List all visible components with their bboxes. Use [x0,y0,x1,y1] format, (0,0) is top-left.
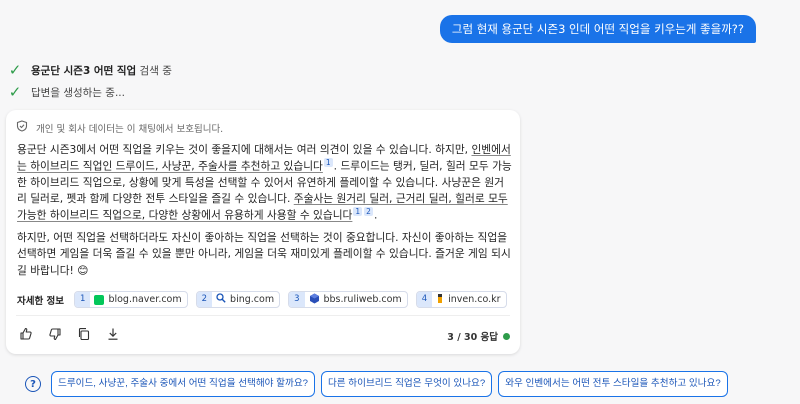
sources-title: 자세한 정보 [17,295,65,307]
citation-badge[interactable]: 2 [364,207,373,217]
source-label: bing.com [230,294,275,305]
inven-icon [436,293,444,307]
source-link[interactable]: 1 blog.naver.com [74,291,188,308]
privacy-text: 개인 및 회사 데이터는 이 채팅에서 보호됩니다. [36,123,224,135]
search-icon [216,293,226,306]
source-label: blog.naver.com [108,294,182,305]
feedback-actions [18,326,121,342]
thumbs-down-icon[interactable] [47,326,63,342]
source-label: bbs.ruliweb.com [323,294,402,305]
question-icon[interactable]: ? [25,376,41,392]
source-link[interactable]: 4 inven.co.kr [415,291,507,308]
user-message-bubble: 그럼 현재 용군단 시즌3 인데 어떤 직업을 키우는게 좋을까?? [439,15,756,43]
source-label: inven.co.kr [448,294,501,305]
citation-badge[interactable]: 1 [353,207,363,217]
download-icon[interactable] [105,326,121,342]
divider [16,315,510,316]
source-number: 4 [416,292,433,307]
source-number: 1 [75,292,91,307]
answer-text-segment: 용군단 시즌3에서 어떤 직업을 키우는 것이 좋을지에 대해서는 여러 의견이… [17,143,472,156]
search-query: 용군단 시즌3 어떤 직업 [31,64,137,77]
answer-paragraph-1: 용군단 시즌3에서 어떤 직업을 키우는 것이 좋을지에 대해서는 여러 의견이… [17,142,513,224]
answer-paragraph-2: 하지만, 어떤 직업을 선택하더라도 자신이 좋아하는 직업을 선택하는 것이 … [17,231,511,277]
suggestion-chip[interactable]: 와우 인벤에서는 어떤 전투 스타일을 추천하고 있나요? [498,371,728,397]
response-count-text: 3 / 30 응답 [447,332,498,343]
citation-badge[interactable]: 1 [323,158,333,168]
check-icon: ✓ [8,61,22,79]
copy-icon[interactable] [76,326,92,342]
answer-text-segment: . [373,208,378,222]
suggestion-chip[interactable]: 다른 하이브리드 직업은 무엇이 있나요? [320,371,493,397]
response-counter: 3 / 30 응답 [447,329,510,343]
check-icon: ✓ [8,83,22,101]
source-number: 3 [289,292,305,307]
source-number: 2 [196,292,213,307]
suggestion-chip[interactable]: 드루이드, 사냥꾼, 주술사 중에서 어떤 직업을 선택해야 할까요? [51,371,315,397]
search-status: ✓ 용군단 시즌3 어떤 직업 검색 중 [8,61,172,79]
source-link[interactable]: 3 bbs.ruliweb.com [288,291,408,308]
search-status-text: 검색 중 [136,64,172,77]
generating-status-text: 답변을 생성하는 중... [31,86,125,99]
answer-card: 개인 및 회사 데이터는 이 채팅에서 보호됩니다. 용군단 시즌3에서 어떤 … [6,110,520,354]
suggestion-row: ? 드루이드, 사냥꾼, 주술사 중에서 어떤 직업을 선택해야 할까요? 다른… [25,371,728,397]
sources-row: 자세한 정보 1 blog.naver.com 2 bing.com 3 bbs… [17,291,507,308]
ruliweb-icon [309,293,320,307]
generating-status: ✓ 답변을 생성하는 중... [8,83,125,101]
shield-icon [16,120,28,135]
status-dot [503,332,510,340]
source-link[interactable]: 2 bing.com [195,291,281,308]
privacy-note: 개인 및 회사 데이터는 이 채팅에서 보호됩니다. [16,120,223,135]
answer-text: 용군단 시즌3에서 어떤 직업을 키우는 것이 좋을지에 대해서는 여러 의견이… [17,142,513,285]
thumbs-up-icon[interactable] [18,326,34,342]
naver-blog-icon [94,294,105,305]
